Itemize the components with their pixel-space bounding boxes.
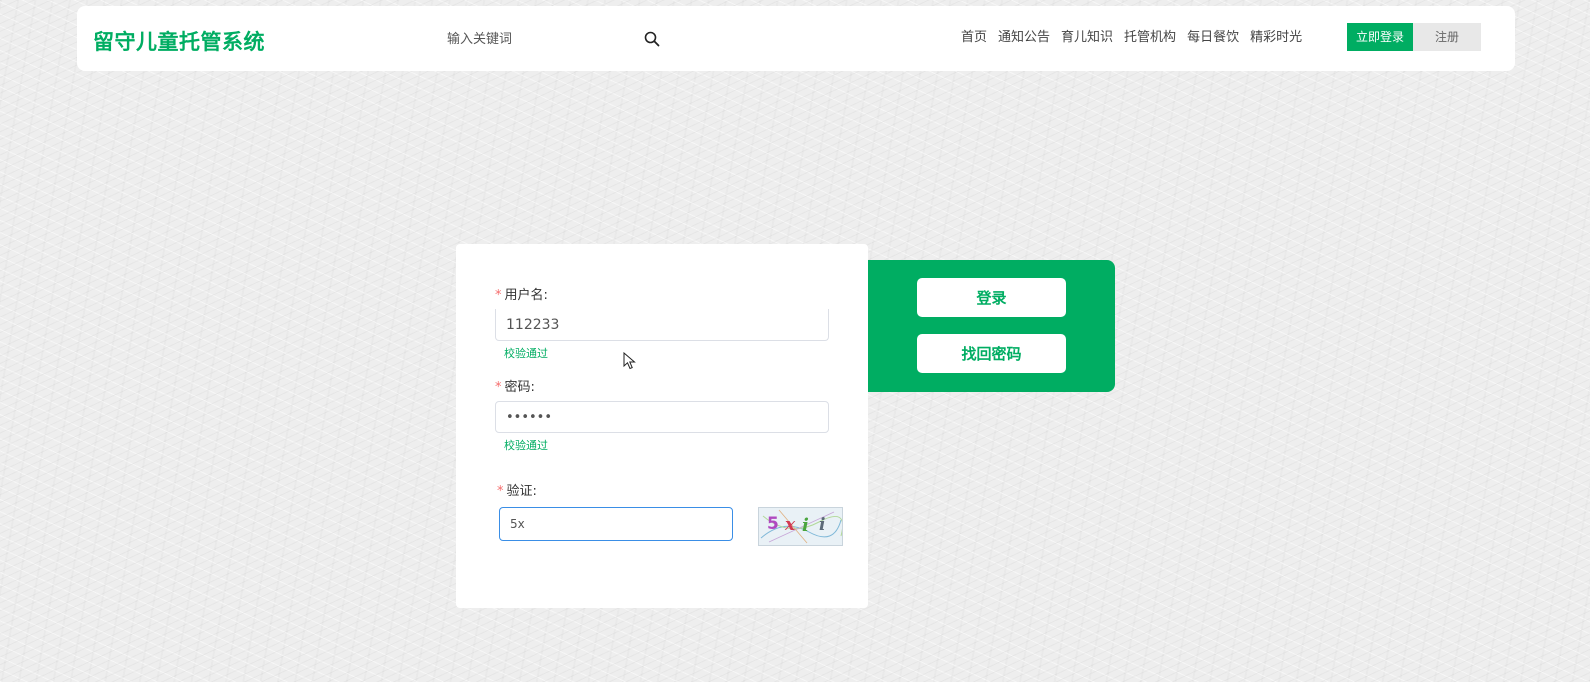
captcha-char: 5 xyxy=(767,514,779,534)
password-validation-hint: 校验通过 xyxy=(504,439,548,452)
nav-item-parenting[interactable]: 育儿知识 xyxy=(1061,28,1113,48)
nav-item-home[interactable]: 首页 xyxy=(961,28,987,48)
password-label: * 密码: xyxy=(495,380,535,395)
header-login-button[interactable]: 立即登录 xyxy=(1347,23,1413,51)
action-panel: 登录 找回密码 xyxy=(860,260,1115,392)
username-input[interactable] xyxy=(495,309,829,341)
required-star: * xyxy=(495,288,502,303)
mouse-cursor-icon xyxy=(623,352,636,370)
captcha-char: i xyxy=(802,515,809,536)
captcha-char: i xyxy=(819,515,825,535)
username-validation-hint: 校验通过 xyxy=(504,347,548,360)
nav-item-meals[interactable]: 每日餐饮 xyxy=(1187,28,1239,48)
site-logo[interactable]: 留守儿童托管系统 xyxy=(93,26,265,56)
captcha-image[interactable]: 5 x i i xyxy=(758,507,843,546)
nav-item-moments[interactable]: 精彩时光 xyxy=(1250,28,1302,48)
required-star: * xyxy=(495,380,502,395)
search-icon[interactable] xyxy=(643,30,661,48)
main-nav: 首页 通知公告 育儿知识 托管机构 每日餐饮 精彩时光 xyxy=(961,28,1313,48)
captcha-label: * 验证: xyxy=(497,484,537,499)
password-input[interactable] xyxy=(495,401,829,433)
top-header: 留守儿童托管系统 首页 通知公告 育儿知识 托管机构 每日餐饮 精彩时光 立即登… xyxy=(77,6,1515,71)
required-star: * xyxy=(497,484,504,499)
nav-item-institutions[interactable]: 托管机构 xyxy=(1124,28,1176,48)
login-button[interactable]: 登录 xyxy=(917,278,1066,317)
login-form: *用户名: 校验通过 *密码: 校验通过 *验证: 5 x i i xyxy=(456,244,868,608)
header-register-button[interactable]: 注册 xyxy=(1413,23,1481,51)
search-input[interactable] xyxy=(447,28,632,50)
captcha-input[interactable] xyxy=(499,507,733,541)
search-bar xyxy=(447,28,669,50)
forgot-password-button[interactable]: 找回密码 xyxy=(917,334,1066,373)
nav-item-notices[interactable]: 通知公告 xyxy=(998,28,1050,48)
captcha-char: x xyxy=(784,515,796,535)
username-label: * 用户名: xyxy=(495,288,548,303)
